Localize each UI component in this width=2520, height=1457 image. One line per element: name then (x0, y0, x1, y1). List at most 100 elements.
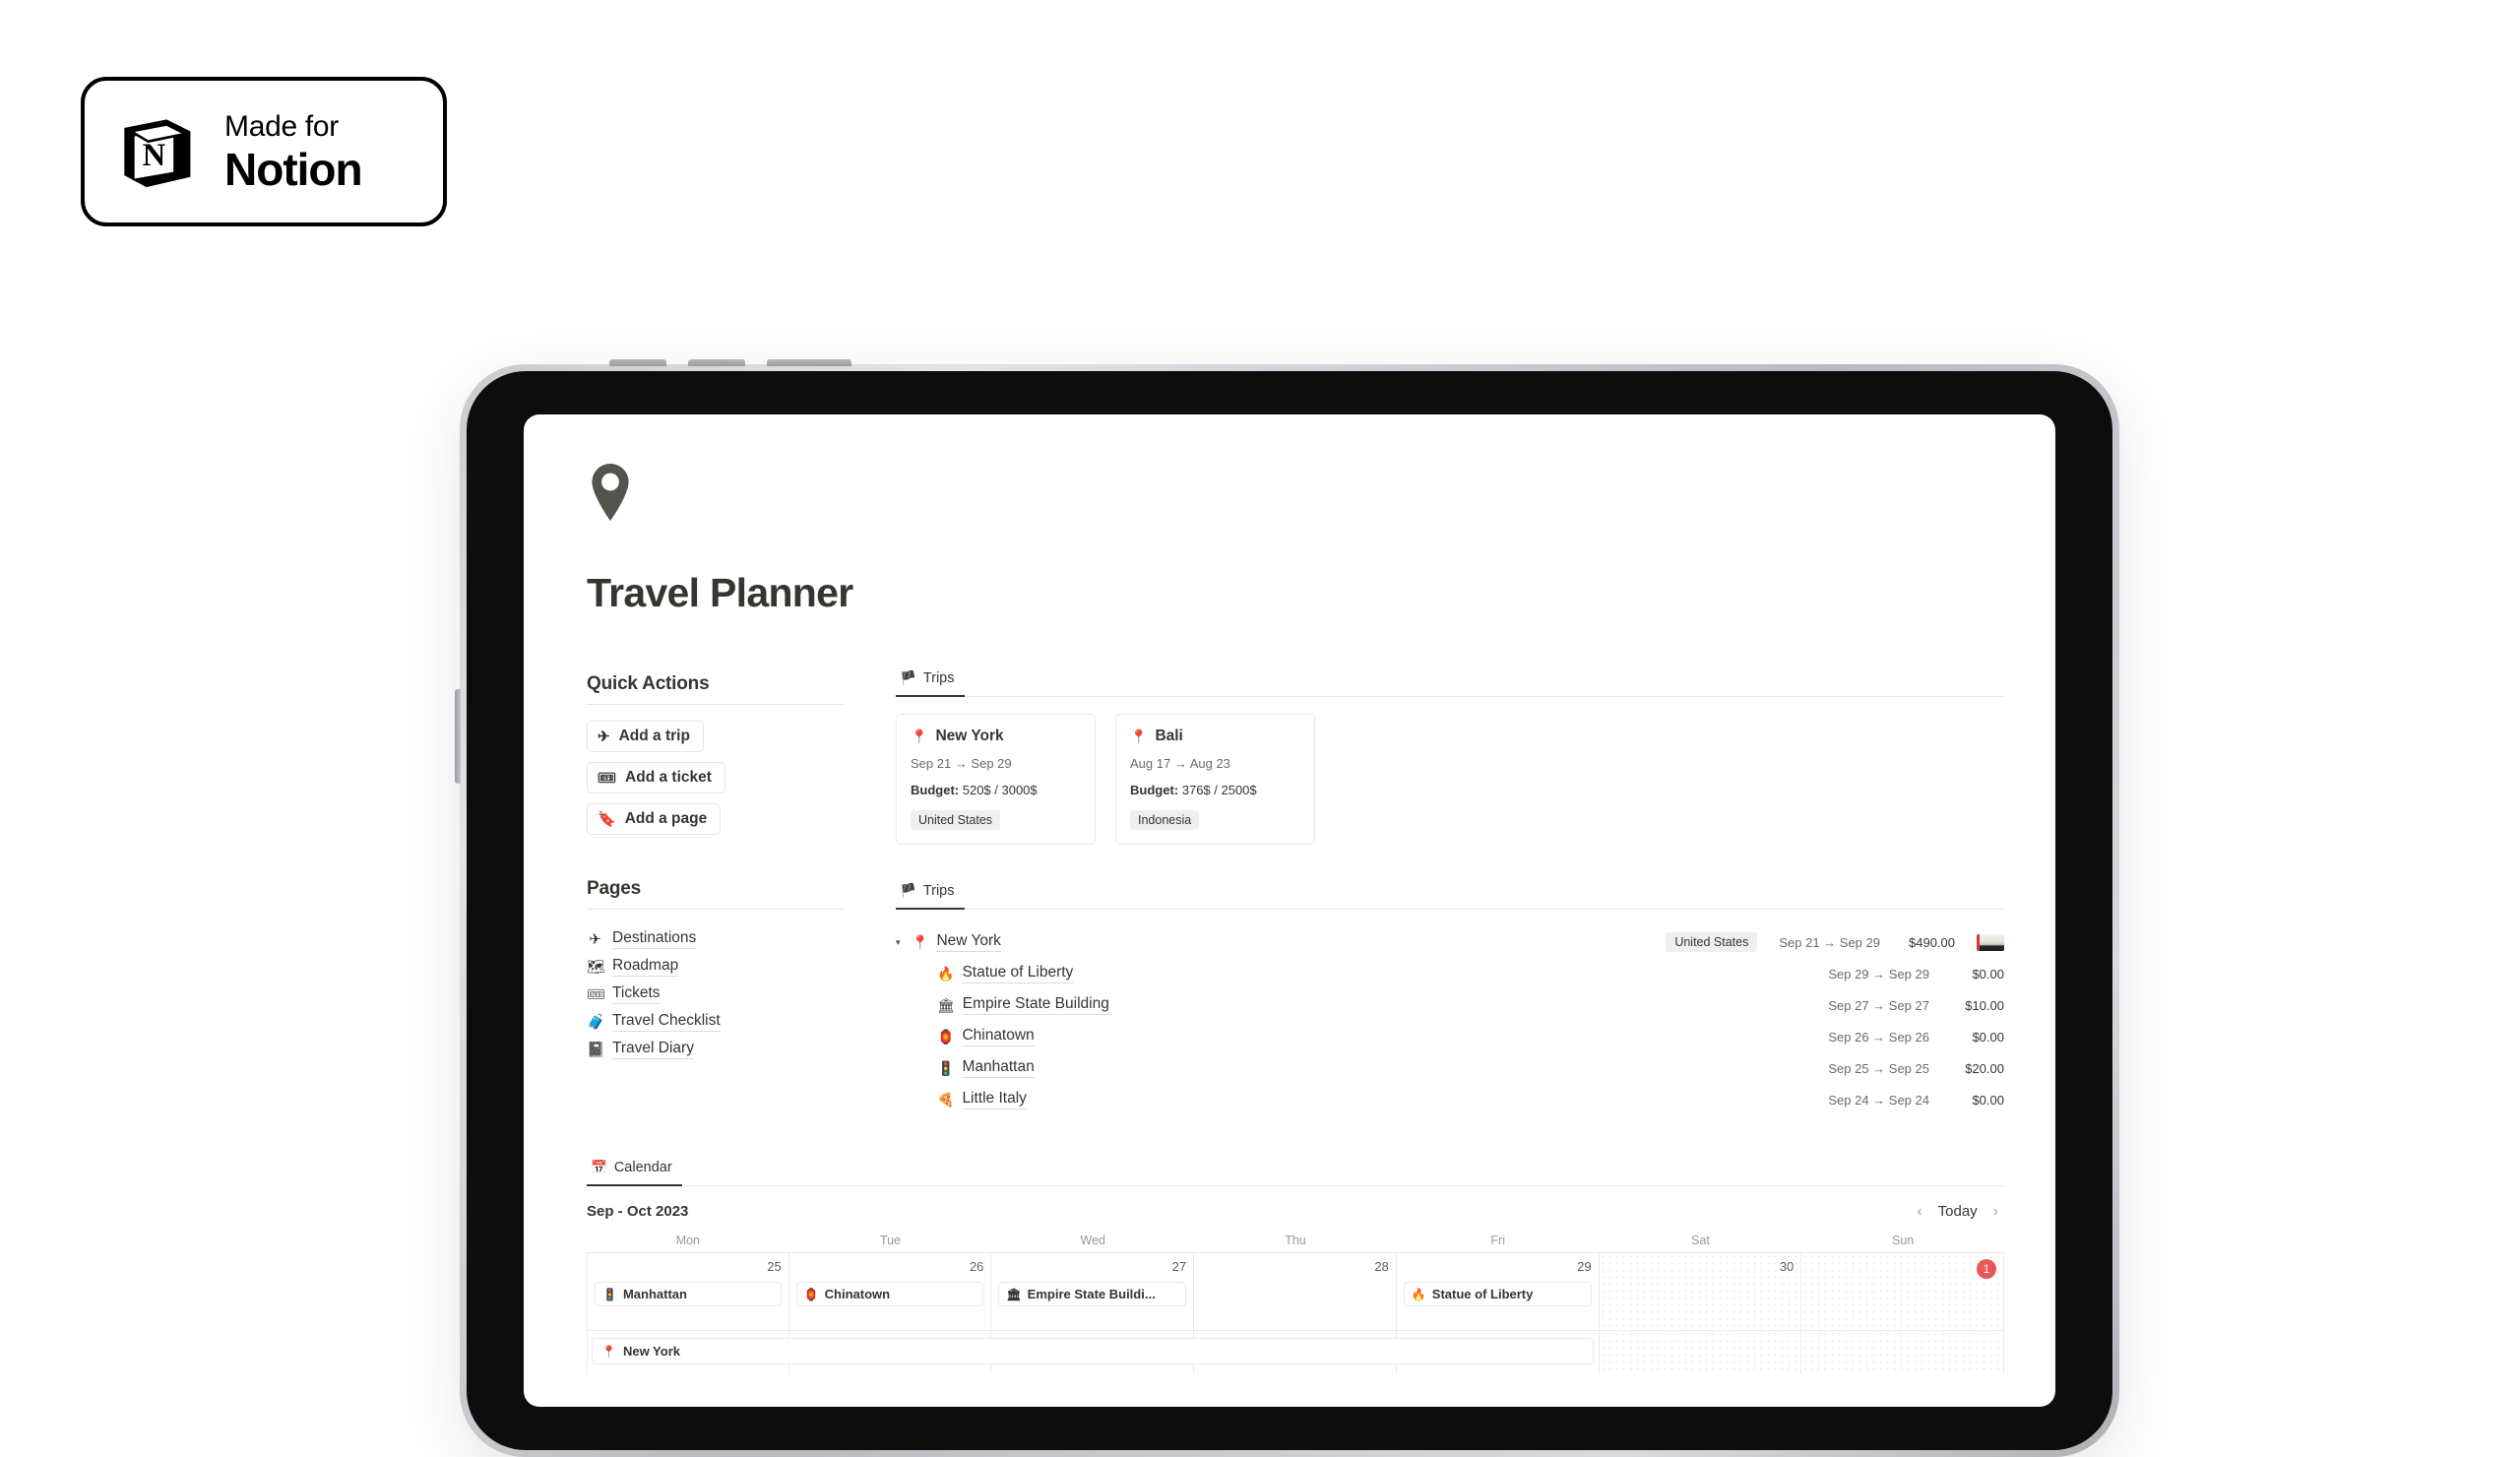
map-pin-icon: 📍 (601, 1344, 616, 1359)
map-pin-icon: 📍 (912, 933, 929, 950)
add-a-page-button[interactable]: 🔖 Add a page (587, 803, 722, 835)
map-pin-icon (592, 463, 629, 522)
list-row-statue-of-liberty[interactable]: 🔥 Statue of Liberty Sep 29 → Sep 29 $0.0… (896, 958, 2004, 989)
calendar-span-cell (1599, 1331, 1802, 1374)
right-column: 🏴 Trips 📍 New York Sep 21 → Sep 29 Budge… (896, 667, 2055, 1115)
calendar-event-label: Statue of Liberty (1431, 1287, 1534, 1301)
list-row-empire-state-building[interactable]: 🏛 Empire State Building Sep 27 → Sep 27 … (896, 989, 2004, 1021)
notion-page: Travel Planner Quick Actions ✈ Add a tri… (524, 414, 2055, 1407)
pages-heading: Pages (587, 878, 641, 899)
date-range: Sep 27 → Sep 27 (1828, 997, 1929, 1013)
list-row-properties: Sep 27 → Sep 27 $10.00 (1828, 998, 2004, 1013)
page-link-label: Destinations (612, 929, 697, 949)
trip-card-bali[interactable]: 📍 Bali Aug 17 → Aug 23 Budget: 376$ / 25… (1115, 714, 1315, 845)
tablet-bezel: Travel Planner Quick Actions ✈ Add a tri… (467, 371, 2112, 1450)
list-row-name: Empire State Building (962, 995, 1109, 1015)
calendar-cell-29[interactable]: 29 🔥 Statue of Liberty (1397, 1253, 1600, 1330)
power-button[interactable] (767, 359, 851, 366)
trips-gallery: 📍 New York Sep 21 → Sep 29 Budget: 520$ … (896, 714, 2004, 845)
today-day-badge: 1 (1976, 1259, 1996, 1279)
ticket-icon: 🎟 (587, 986, 606, 1003)
calendar-cell-27[interactable]: 27 🏛 Empire State Buildi... (991, 1253, 1195, 1330)
list-row-little-italy[interactable]: 🍕 Little Italy Sep 24 → Sep 24 $0.00 (896, 1084, 2004, 1115)
day-header-wed: Wed (1080, 1234, 1106, 1247)
calendar-cell-26[interactable]: 26 🏮 Chinatown (789, 1253, 992, 1330)
trip-card-budget-value: 520$ / 3000$ (962, 783, 1038, 797)
page-link-tickets[interactable]: 🎟 Tickets (587, 981, 845, 1008)
amount: $10.00 (1965, 997, 2004, 1013)
side-button[interactable] (455, 689, 461, 784)
page-link-label: Travel Diary (612, 1040, 694, 1059)
tab-trips-list-label: Trips (922, 883, 955, 899)
chevron-right-icon[interactable]: › (1993, 1203, 1998, 1220)
airplane-icon: ✈ (598, 728, 610, 745)
calendar-section: 📅 Calendar Sep - Oct 2023 ‹ Today › Mon … (587, 1157, 2055, 1374)
page-link-roadmap[interactable]: 🗺 Roadmap (587, 953, 845, 981)
day-header-fri: Fri (1490, 1234, 1505, 1247)
day-header-sun: Sun (1892, 1234, 1915, 1247)
page-title: Travel Planner (587, 570, 853, 615)
trip-card-new-york[interactable]: 📍 New York Sep 21 → Sep 29 Budget: 520$ … (896, 714, 1096, 845)
calendar-event-empire-state-building[interactable]: 🏛 Empire State Buildi... (998, 1282, 1187, 1306)
add-a-trip-button[interactable]: ✈ Add a trip (587, 721, 704, 752)
amount: $0.00 (1972, 966, 2004, 982)
quick-actions-list: ✈ Add a trip 🎟 Add a ticket 🔖 Add a page (587, 721, 845, 845)
calendar-week-row: 25 🚦 Manhattan 26 🏮 Chinatown 27 🏛 Empir… (587, 1252, 2004, 1330)
torch-icon: 🔥 (1411, 1287, 1426, 1301)
add-a-ticket-button[interactable]: 🎟 Add a ticket (587, 762, 725, 793)
trip-card-name: Bali (1155, 728, 1183, 744)
traffic-light-icon: 🚦 (602, 1287, 617, 1301)
calendar-cell-25[interactable]: 25 🚦 Manhattan (587, 1253, 789, 1330)
trip-card-budget-label: Budget: (911, 783, 960, 797)
calendar-event-chinatown[interactable]: 🏮 Chinatown (795, 1282, 984, 1306)
calendar-cell-30[interactable]: 30 (1599, 1253, 1802, 1330)
trip-card-budget-value: 376$ / 2500$ (1181, 783, 1257, 797)
classical-building-icon: 🏛 (937, 996, 955, 1013)
list-row-name: Manhattan (962, 1058, 1035, 1078)
day-number: 26 (969, 1259, 984, 1274)
list-row-properties: Sep 26 → Sep 26 $0.00 (1828, 1030, 2004, 1045)
tab-trips-list[interactable]: 🏴 Trips (896, 880, 965, 910)
quick-actions-heading: Quick Actions (587, 673, 710, 694)
calendar-event-statue-of-liberty[interactable]: 🔥 Statue of Liberty (1403, 1282, 1592, 1306)
map-pin-icon: 📍 (1130, 728, 1148, 744)
tab-calendar[interactable]: 📅 Calendar (587, 1157, 682, 1186)
volume-down-button[interactable] (688, 359, 745, 366)
trip-card-dates: Sep 21 → Sep 29 (911, 756, 1012, 771)
date-range: Sep 25 → Sep 25 (1828, 1060, 1929, 1076)
tablet-screen: Travel Planner Quick Actions ✈ Add a tri… (524, 414, 2055, 1407)
volume-up-button[interactable] (609, 359, 666, 366)
map-pin-icon: 📍 (911, 728, 928, 744)
tab-trips-gallery[interactable]: 🏴 Trips (896, 667, 965, 697)
chevron-left-icon[interactable]: ‹ (1917, 1203, 1922, 1220)
tab-trips-gallery-label: Trips (922, 670, 955, 686)
trip-card-budget-label: Budget: (1130, 783, 1179, 797)
page-link-destinations[interactable]: ✈ Destinations (587, 925, 845, 953)
day-number: 27 (1171, 1259, 1187, 1274)
page-link-travel-checklist[interactable]: 🧳 Travel Checklist (587, 1008, 845, 1036)
torch-icon: 🔥 (937, 965, 955, 982)
list-row-properties: Sep 29 → Sep 29 $0.00 (1828, 967, 2004, 982)
quick-actions-divider (587, 704, 845, 705)
left-column: Quick Actions ✈ Add a trip 🎟 Add a ticke… (587, 667, 845, 1063)
today-button[interactable]: Today (1938, 1203, 1978, 1220)
amount: $0.00 (1972, 1092, 2004, 1108)
day-number: 28 (1374, 1259, 1389, 1274)
day-number: 29 (1577, 1259, 1592, 1274)
trips-list-section: 🏴 Trips ▾ 📍 New York United States Sep 2… (896, 880, 2004, 1115)
list-row-manhattan[interactable]: 🚦 Manhattan Sep 25 → Sep 25 $20.00 (896, 1052, 2004, 1084)
calendar-event-manhattan[interactable]: 🚦 Manhattan (595, 1282, 782, 1306)
calendar-cell-28[interactable]: 28 (1194, 1253, 1397, 1330)
list-row-chinatown[interactable]: 🏮 Chinatown Sep 26 → Sep 26 $0.00 (896, 1021, 2004, 1052)
list-row-new-york[interactable]: ▾ 📍 New York United States Sep 21 → Sep … (896, 926, 2004, 958)
calendar-event-new-york-span[interactable]: 📍 New York (592, 1338, 1595, 1364)
page-link-travel-diary[interactable]: 📓 Travel Diary (587, 1036, 845, 1063)
calendar-span-row: 📍 New York (587, 1330, 2004, 1374)
chevron-down-icon[interactable]: ▾ (896, 937, 912, 948)
trip-card-name: New York (935, 728, 1004, 744)
calendar-event-label: Chinatown (824, 1287, 891, 1301)
amount: $490.00 (1909, 934, 1955, 950)
tab-calendar-label: Calendar (613, 1160, 672, 1175)
list-row-name: Statue of Liberty (962, 964, 1074, 983)
calendar-cell-1[interactable]: 1 (1801, 1253, 2004, 1330)
